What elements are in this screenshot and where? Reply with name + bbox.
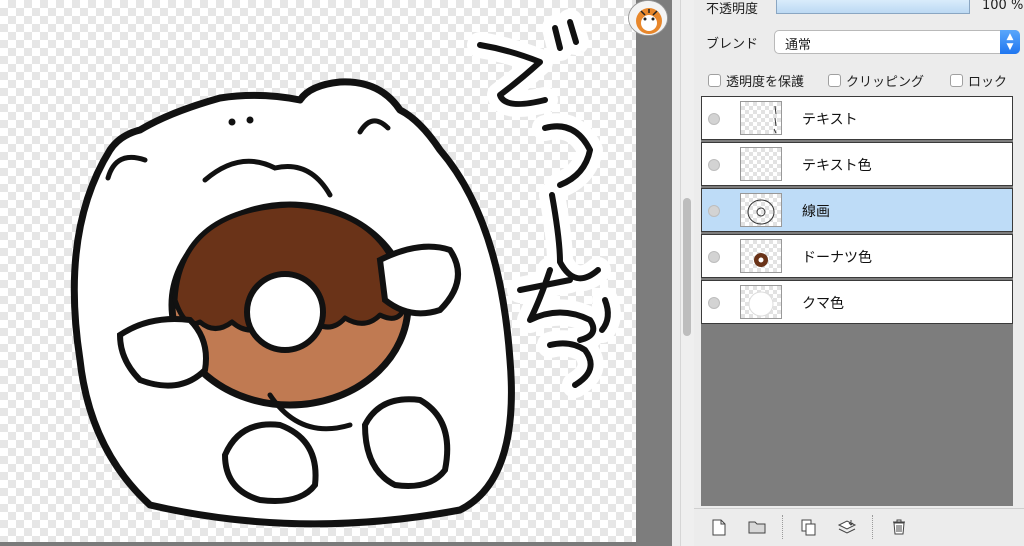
delete-layer-icon[interactable] — [888, 517, 910, 537]
layer-thumbnail — [740, 285, 782, 319]
layer-item-bear-color[interactable]: クマ色 — [701, 280, 1013, 324]
avatar[interactable] — [628, 0, 668, 36]
lock-label: ロック — [968, 75, 1008, 90]
canvas-gutter — [636, 0, 672, 546]
canvas-artwork — [70, 9, 621, 528]
visibility-eye-icon[interactable] — [708, 159, 720, 171]
protect-alpha-label: 透明度を保護 — [726, 75, 805, 90]
visibility-eye-icon[interactable] — [708, 251, 720, 263]
blend-row: ブレンド 通常 ▲ ▼ — [694, 28, 1024, 56]
layer-name: テキスト — [802, 112, 858, 128]
bear-art — [70, 78, 515, 528]
toolbar-separator — [782, 515, 783, 539]
visibility-eye-icon[interactable] — [708, 205, 720, 217]
layer-toolbar — [694, 508, 1024, 546]
toolbar-separator — [872, 515, 873, 539]
layer-thumbnail — [740, 147, 782, 181]
opacity-row: 不透明度 100 % — [694, 0, 1024, 22]
donut-art — [168, 201, 412, 409]
layer-thumbnail — [740, 101, 782, 135]
opacity-value: 100 % — [982, 0, 1024, 13]
new-layer-icon[interactable] — [708, 517, 730, 537]
layer-name: ドーナツ色 — [802, 250, 872, 266]
checkbox-box[interactable] — [950, 74, 963, 87]
blend-mode-select[interactable]: 通常 ▲ ▼ — [774, 30, 1020, 54]
layer-item-lineart[interactable]: 線画 — [701, 188, 1013, 232]
visibility-eye-icon[interactable] — [708, 113, 720, 125]
layer-item-text-color[interactable]: テキスト色 — [701, 142, 1013, 186]
opacity-label: 不透明度 — [706, 2, 759, 17]
checkbox-box[interactable] — [828, 74, 841, 87]
layer-list: テキスト テキスト色 線画 ドーナツ色 クマ色 — [701, 96, 1013, 506]
layer-item-text[interactable]: テキスト — [701, 96, 1013, 140]
visibility-eye-icon[interactable] — [708, 297, 720, 309]
select-arrows-icon: ▲ ▼ — [1000, 30, 1020, 54]
drawing-canvas[interactable] — [0, 0, 636, 546]
layers-panel: 不透明度 100 % ブレンド 通常 ▲▼ 透明度を保護 クリッピング ロック — [694, 0, 1024, 546]
opacity-slider[interactable] — [776, 0, 970, 14]
blend-label: ブレンド — [706, 37, 759, 52]
duplicate-layer-icon[interactable] — [798, 517, 820, 537]
merge-down-icon[interactable] — [836, 517, 858, 537]
layer-name: テキスト色 — [802, 158, 872, 174]
layer-name: クマ色 — [802, 296, 844, 312]
scrollbar-thumb[interactable] — [683, 198, 691, 336]
layer-name: 線画 — [802, 204, 830, 220]
app-window: 不透明度 100 % ブレンド 通常 ▲▼ 透明度を保護 クリッピング ロック — [0, 0, 1024, 546]
blend-mode-value: 通常 — [785, 38, 812, 53]
protect-alpha-checkbox[interactable]: 透明度を保護 — [708, 71, 804, 90]
new-folder-icon[interactable] — [746, 517, 768, 537]
clipping-label: クリッピング — [846, 75, 925, 90]
layer-item-donut-color[interactable]: ドーナツ色 — [701, 234, 1013, 278]
clipping-checkbox[interactable]: クリッピング — [828, 71, 924, 90]
canvas-edge — [0, 542, 636, 546]
checkbox-box[interactable] — [708, 74, 721, 87]
layer-thumbnail — [740, 239, 782, 273]
layer-thumbnail — [740, 193, 782, 227]
lock-checkbox[interactable]: ロック — [950, 71, 1007, 90]
layer-options-row: 透明度を保護 クリッピング ロック — [694, 66, 1024, 92]
